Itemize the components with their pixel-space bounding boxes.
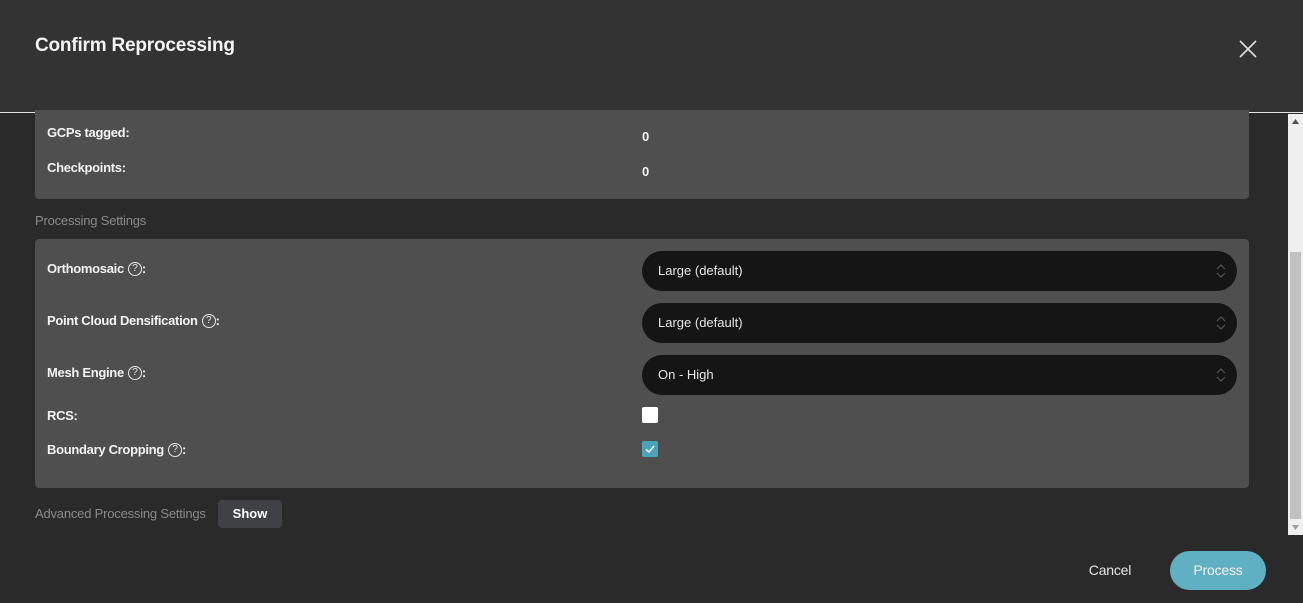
point-cloud-densification-label-text: Point Cloud Densification <box>47 313 198 328</box>
orthomosaic-label: Orthomosaic ? : <box>47 261 146 276</box>
label-colon: : <box>181 442 186 457</box>
arrow-down-icon <box>1292 525 1299 530</box>
scrollbar[interactable] <box>1288 114 1303 535</box>
arrow-up-icon <box>1292 119 1299 124</box>
label-colon: : <box>215 313 220 328</box>
mesh-engine-select-value: On - High <box>658 367 714 382</box>
close-icon <box>1239 40 1257 58</box>
label-colon: : <box>141 365 146 380</box>
gcps-tagged-label: GCPs tagged: <box>47 125 130 140</box>
scrollbar-thumb[interactable] <box>1290 252 1301 519</box>
processing-settings-panel: Orthomosaic ? : Large (default) Point Cl… <box>35 239 1249 488</box>
mesh-engine-label: Mesh Engine ? : <box>47 365 146 380</box>
cancel-button[interactable]: Cancel <box>1080 552 1140 588</box>
help-circle-icon[interactable]: ? <box>127 261 142 276</box>
mesh-engine-label-text: Mesh Engine <box>47 365 124 380</box>
orthomosaic-label-text: Orthomosaic <box>47 261 124 276</box>
orthomosaic-select[interactable]: Large (default) <box>642 251 1237 291</box>
dialog-header: Confirm Reprocessing <box>0 0 1303 113</box>
scroll-up-button[interactable] <box>1288 114 1303 129</box>
boundary-cropping-checkbox[interactable] <box>642 441 658 457</box>
point-cloud-densification-label: Point Cloud Densification ? : <box>47 313 220 328</box>
checkpoints-value: 0 <box>642 164 650 179</box>
dialog-title: Confirm Reprocessing <box>35 35 235 56</box>
chevron-up-down-icon <box>1216 316 1226 330</box>
checkpoints-label: Checkpoints: <box>47 160 126 175</box>
orthomosaic-select-value: Large (default) <box>658 263 743 278</box>
help-circle-icon[interactable]: ? <box>127 365 142 380</box>
scroll-down-button[interactable] <box>1288 520 1303 535</box>
checkmark-icon <box>645 445 655 454</box>
advanced-processing-settings-label: Advanced Processing Settings <box>35 506 206 521</box>
close-button[interactable] <box>1236 37 1260 61</box>
chevron-up-down-icon <box>1216 264 1226 278</box>
gcps-tagged-value: 0 <box>642 129 650 144</box>
rcs-checkbox[interactable] <box>642 407 658 423</box>
processing-settings-heading: Processing Settings <box>35 213 147 228</box>
point-cloud-densification-select-value: Large (default) <box>658 315 743 330</box>
boundary-cropping-label-text: Boundary Cropping <box>47 442 164 457</box>
dialog-body: GCPs tagged: 0 Checkpoints: 0 Processing… <box>0 110 1288 603</box>
mesh-engine-select[interactable]: On - High <box>642 355 1237 395</box>
rcs-label: RCS: <box>47 408 78 423</box>
chevron-up-down-icon <box>1216 368 1226 382</box>
label-colon: : <box>141 261 146 276</box>
help-circle-icon[interactable]: ? <box>167 442 182 457</box>
point-cloud-densification-select[interactable]: Large (default) <box>642 303 1237 343</box>
summary-panel: GCPs tagged: 0 Checkpoints: 0 <box>35 110 1249 199</box>
show-advanced-button[interactable]: Show <box>218 500 282 528</box>
help-circle-icon[interactable]: ? <box>201 313 216 328</box>
process-button[interactable]: Process <box>1170 551 1266 590</box>
boundary-cropping-label: Boundary Cropping ? : <box>47 442 186 457</box>
